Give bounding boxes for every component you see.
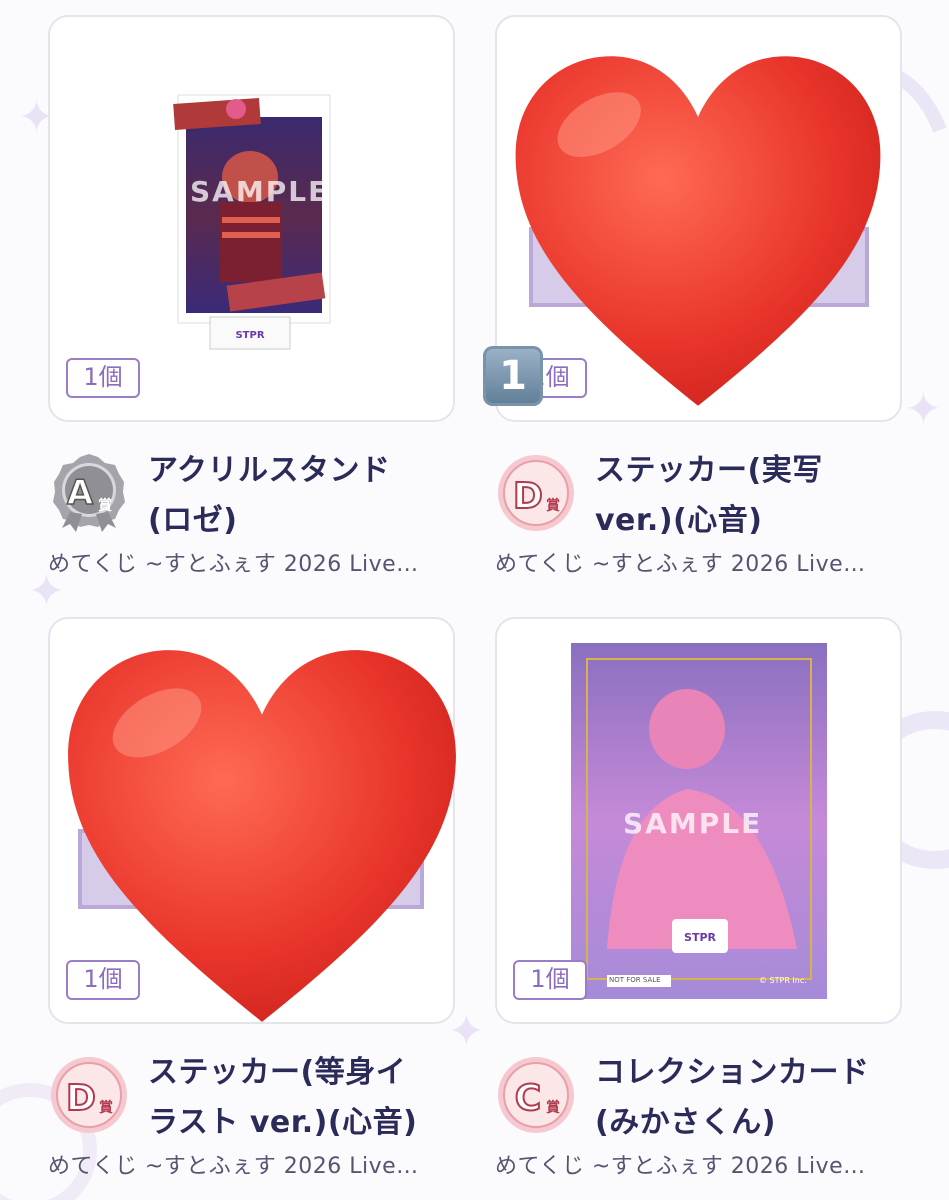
prize-d-badge-icon: D 賞 xyxy=(498,455,574,531)
quantity-badge: 1個 xyxy=(513,960,587,1000)
sample-watermark: SAMPLE xyxy=(190,175,330,208)
title-line: ステッカー(実写 xyxy=(595,453,823,488)
item-title[interactable]: コレクションカード (みかさくん) xyxy=(595,1048,895,1148)
title-line: ステッカー(等身イ xyxy=(148,1055,407,1090)
item-info: C 賞 コレクションカード (みかさくん) めてくじ ~すとふぇす 2026 L… xyxy=(495,1024,902,1194)
prize-item[interactable]: STPR SAMPLE NOT FOR SALE © STPR Inc. 1個 … xyxy=(495,617,902,1194)
card-footer-right: © STPR Inc. xyxy=(759,976,807,985)
lottery-name: めてくじ ~すとふぇす 2026 Live… xyxy=(495,552,866,577)
item-title[interactable]: アクリルスタンド (ロゼ) xyxy=(148,446,448,546)
svg-text:賞: 賞 xyxy=(546,1099,560,1116)
sparkle-icon: ✦ xyxy=(905,384,942,435)
svg-text:賞: 賞 xyxy=(98,497,112,514)
product-card[interactable]: STPR SAMPLE NOT FOR SALE © STPR Inc. 1個 xyxy=(495,617,902,1024)
item-title[interactable]: ステッカー(実写 ver.)(心音) xyxy=(595,446,895,546)
svg-text:賞: 賞 xyxy=(99,1099,113,1116)
prize-d-badge-icon: D 賞 xyxy=(51,1057,127,1133)
title-line: (ロゼ) xyxy=(148,503,238,538)
heart-icon xyxy=(68,650,456,1022)
item-info: D 賞 ステッカー(等身イ ラスト ver.)(心音) めてくじ ~すとふぇす … xyxy=(48,1024,455,1194)
lottery-name: めてくじ ~すとふぇす 2026 Live… xyxy=(48,552,419,577)
svg-text:賞: 賞 xyxy=(546,497,560,514)
svg-text:A: A xyxy=(67,473,94,513)
prize-c-badge-icon: C 賞 xyxy=(498,1057,574,1133)
item-info: A 賞 アクリルスタンド (ロゼ) めてくじ ~すとふぇす 2026 Live… xyxy=(48,422,455,592)
sample-watermark: SAMPLE xyxy=(623,807,763,840)
svg-text:D: D xyxy=(513,476,543,517)
product-card[interactable]: STPR SAMPLE 1個 xyxy=(48,15,455,422)
keycap-one-icon: 1 xyxy=(483,346,543,406)
lottery-name: めてくじ ~すとふぇす 2026 Live… xyxy=(495,1154,866,1179)
quantity-badge: 1個 xyxy=(66,358,140,398)
keycap-digit: 1 xyxy=(499,353,527,399)
lottery-name: めてくじ ~すとふぇす 2026 Live… xyxy=(48,1154,419,1179)
item-info: D 賞 ステッカー(実写 ver.)(心音) めてくじ ~すとふぇす 2026 … xyxy=(495,422,902,592)
title-line: アクリルスタンド xyxy=(148,453,391,488)
title-line: (みかさくん) xyxy=(595,1105,776,1140)
item-title[interactable]: ステッカー(等身イ ラスト ver.)(心音) xyxy=(148,1048,448,1148)
heart-icon xyxy=(515,56,881,406)
prize-item[interactable]: STPR SAMPLE 1個 A 賞 アクリルスタンド (ロゼ) めてくじ ~す… xyxy=(48,15,455,592)
svg-text:D: D xyxy=(66,1078,96,1119)
svg-text:C: C xyxy=(515,1078,541,1119)
svg-text:STPR: STPR xyxy=(235,330,264,341)
title-line: ラスト ver.)(心音) xyxy=(148,1105,418,1140)
title-line: コレクションカード xyxy=(595,1055,870,1090)
svg-text:STPR: STPR xyxy=(684,931,716,944)
prize-a-badge-icon: A 賞 xyxy=(53,454,125,532)
card-footer-left: NOT FOR SALE xyxy=(609,976,661,984)
title-line: ver.)(心音) xyxy=(595,503,763,538)
